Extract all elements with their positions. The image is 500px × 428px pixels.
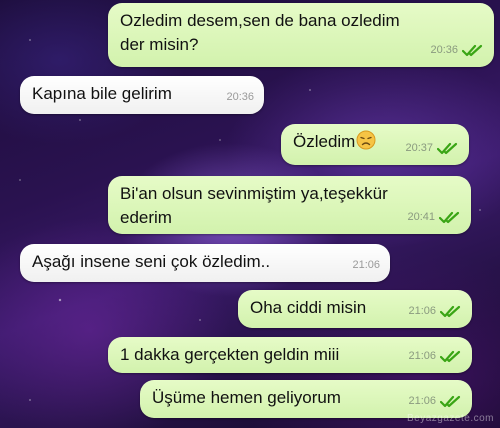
message-outgoing[interactable]: Ozledim desem,sen de bana ozledim der mi… <box>108 3 494 67</box>
message-time: 20:41 <box>407 211 435 223</box>
watermark: Beyazgazete.com <box>407 413 494 424</box>
message-time: 21:06 <box>408 305 436 317</box>
message-time: 21:06 <box>352 259 380 271</box>
message-outgoing[interactable]: 1 dakka gerçekten geldin miii 21:06 <box>108 337 472 373</box>
message-time: 20:36 <box>430 44 458 56</box>
message-text: Özledim <box>293 132 356 151</box>
message-time: 21:06 <box>408 350 436 362</box>
message-outgoing[interactable]: Bi'an olsun sevinmiştim ya,teşekkür eder… <box>108 176 471 234</box>
double-check-icon <box>439 211 460 223</box>
double-check-icon <box>440 305 461 317</box>
message-text-line: Aşağı insene seni çok özledim.. <box>32 252 271 271</box>
message-meta: 20:36 <box>430 38 484 62</box>
double-check-icon <box>437 142 458 154</box>
message-outgoing[interactable]: Özledim 20:37 <box>281 124 469 165</box>
double-check-icon <box>440 350 461 362</box>
message-text-line: der misin? <box>120 35 199 54</box>
message-incoming[interactable]: Aşağı insene seni çok özledim.. 21:06 <box>20 244 390 282</box>
message-outgoing[interactable]: Oha ciddi misin 21:06 <box>238 290 472 328</box>
message-time: 20:36 <box>226 91 254 103</box>
message-meta: 21:06 <box>408 344 462 368</box>
double-check-icon <box>440 395 461 407</box>
message-time: 20:37 <box>405 142 433 154</box>
message-meta: 21:06 <box>352 253 380 277</box>
message-text-line: Bi'an olsun sevinmiştim ya,teşekkür <box>120 184 388 203</box>
message-meta: 20:41 <box>407 205 461 229</box>
message-meta: 21:06 <box>408 299 462 323</box>
message-text-line: Ozledim desem,sen de bana ozledim <box>120 11 400 30</box>
double-check-icon <box>462 44 483 56</box>
message-incoming[interactable]: Kapına bile gelirim 20:36 <box>20 76 264 114</box>
message-meta: 20:37 <box>405 136 459 160</box>
disappointed-face-emoji-icon <box>356 130 376 150</box>
message-meta: 21:06 <box>408 389 462 413</box>
message-time: 21:06 <box>408 395 436 407</box>
message-meta: 20:36 <box>226 85 254 109</box>
message-text-line: Kapına bile gelirim <box>32 84 172 103</box>
